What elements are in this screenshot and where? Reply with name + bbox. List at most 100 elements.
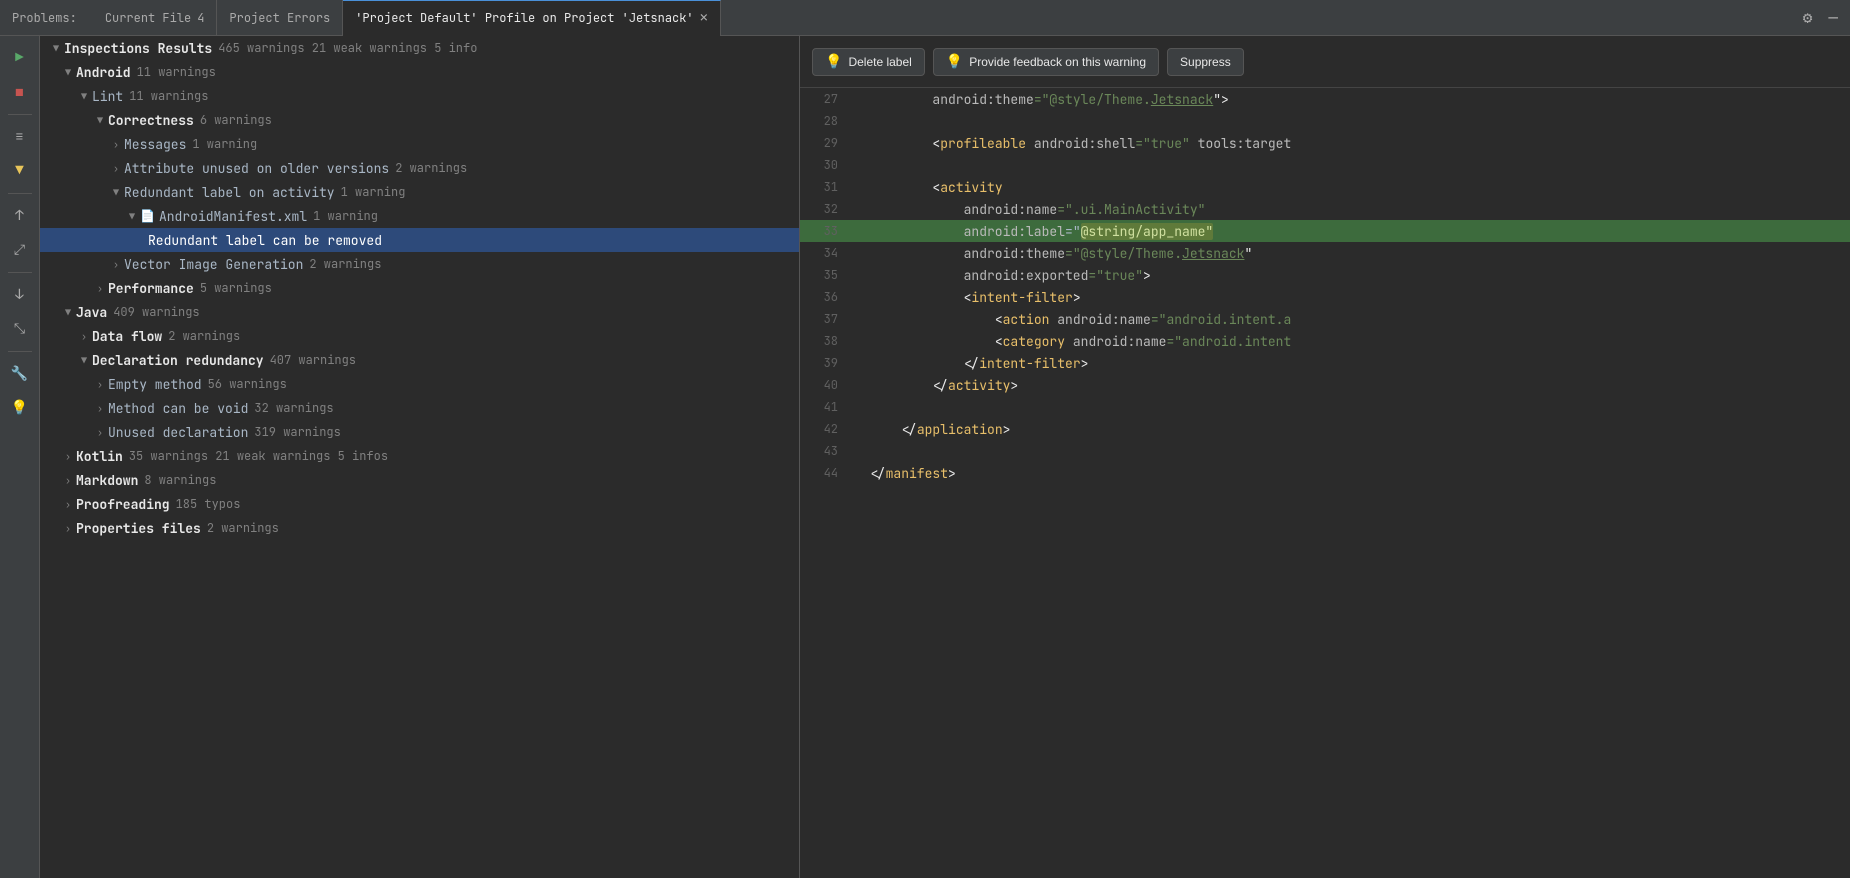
tree-item-java[interactable]: ▼ Java 409 warnings	[40, 300, 799, 324]
code-line-44: 44 </manifest>	[800, 462, 1850, 484]
vector-image-label: Vector Image Generation	[124, 256, 303, 273]
method-can-be-void-arrow[interactable]: ›	[92, 402, 108, 415]
attr-name: android:name	[964, 201, 1058, 218]
tree-item-data-flow[interactable]: › Data flow 2 warnings	[40, 324, 799, 348]
tree-item-messages[interactable]: › Messages 1 warning	[40, 132, 799, 156]
feedback-button[interactable]: 💡 Provide feedback on this warning	[933, 48, 1159, 76]
bracket: </	[964, 355, 980, 372]
tree-item-performance[interactable]: › Performance 5 warnings	[40, 276, 799, 300]
tree-item-attribute-unused[interactable]: › Attribute unused on older versions 2 w…	[40, 156, 799, 180]
markdown-label: Markdown	[76, 472, 138, 489]
vector-image-arrow[interactable]: ›	[108, 258, 124, 271]
line-content-42: </application>	[870, 421, 1850, 438]
attribute-unused-arrow[interactable]: ›	[108, 162, 124, 175]
tree-item-empty-method[interactable]: › Empty method 56 warnings	[40, 372, 799, 396]
unused-declaration-arrow[interactable]: ›	[92, 426, 108, 439]
tab-current-file[interactable]: Current File 4	[93, 0, 218, 36]
run-button[interactable]: ▶	[6, 44, 34, 72]
tree-item-kotlin[interactable]: › Kotlin 35 warnings 21 weak warnings 5 …	[40, 444, 799, 468]
data-flow-arrow[interactable]: ›	[76, 330, 92, 343]
filter-icon[interactable]: ≡	[6, 123, 34, 151]
data-flow-label: Data flow	[92, 328, 162, 345]
collapse-icon[interactable]: ↓	[6, 281, 34, 309]
lint-label: Lint	[92, 88, 123, 105]
jetsnack-link2[interactable]: Jetsnack	[1182, 245, 1244, 262]
tree-item-lint[interactable]: ▼ Lint 11 warnings	[40, 84, 799, 108]
filter-button[interactable]: ▼	[6, 157, 34, 185]
code-line-37: 37 <action android:name="android.intent.…	[800, 308, 1850, 330]
kotlin-arrow[interactable]: ›	[60, 450, 76, 463]
bulb-icon[interactable]: 💡	[6, 394, 34, 422]
line-num-35: 35	[800, 267, 850, 283]
line-content-35: android:exported="true">	[870, 267, 1850, 284]
bracket: "	[1244, 245, 1252, 262]
markdown-arrow[interactable]: ›	[60, 474, 76, 487]
line-num-37: 37	[800, 311, 850, 327]
tag: category	[1003, 333, 1065, 350]
java-count: 409 warnings	[113, 304, 199, 320]
code-view[interactable]: 27 android:theme="@style/Theme.Jetsnack"…	[800, 88, 1850, 878]
redundant-label-arrow[interactable]: ▼	[108, 186, 124, 199]
code-line-33: 33 android:label="@string/app_name"	[800, 220, 1850, 242]
code-line-41: 41	[800, 396, 1850, 418]
tree-item-vector-image[interactable]: › Vector Image Generation 2 warnings	[40, 252, 799, 276]
code-line-36: 36 <intent-filter>	[800, 286, 1850, 308]
empty-method-arrow[interactable]: ›	[92, 378, 108, 391]
sort-desc-icon[interactable]: ⤡	[6, 315, 34, 343]
code-line-27: 27 android:theme="@style/Theme.Jetsnack"…	[800, 88, 1850, 110]
tree-item-method-can-be-void[interactable]: › Method can be void 32 warnings	[40, 396, 799, 420]
android-arrow[interactable]: ▼	[60, 66, 76, 79]
declaration-redundancy-arrow[interactable]: ▼	[76, 354, 92, 367]
tab-current-file-badge: 4	[197, 10, 204, 26]
suppress-button[interactable]: Suppress	[1167, 48, 1244, 76]
settings-icon[interactable]: ⚙	[1799, 5, 1817, 30]
lint-arrow[interactable]: ▼	[76, 90, 92, 103]
line-num-43: 43	[800, 443, 850, 459]
root-arrow[interactable]: ▼	[48, 42, 64, 55]
performance-label: Performance	[108, 280, 194, 297]
tree-item-markdown[interactable]: › Markdown 8 warnings	[40, 468, 799, 492]
proofreading-arrow[interactable]: ›	[60, 498, 76, 511]
empty-method-label: Empty method	[108, 376, 202, 393]
expand-icon[interactable]: ⤢	[6, 236, 34, 264]
toolbar-separator-3	[8, 272, 32, 273]
code-line-38: 38 <category android:name="android.inten…	[800, 330, 1850, 352]
code-line-28: 28	[800, 110, 1850, 132]
delete-label-button[interactable]: 💡 Delete label	[812, 48, 925, 76]
messages-label: Messages	[124, 136, 186, 153]
line-num-44: 44	[800, 465, 850, 481]
jetsnack-link[interactable]: Jetsnack	[1151, 91, 1213, 108]
tree-item-proofreading[interactable]: › Proofreading 185 typos	[40, 492, 799, 516]
performance-arrow[interactable]: ›	[92, 282, 108, 295]
properties-files-arrow[interactable]: ›	[60, 522, 76, 535]
properties-files-label: Properties files	[76, 520, 201, 537]
tab-project-errors[interactable]: Project Errors	[217, 0, 343, 36]
attr-val: ="@style/Theme.	[1065, 245, 1182, 262]
tab-project-default[interactable]: 'Project Default' Profile on Project 'Je…	[343, 0, 721, 36]
sort-asc-icon[interactable]: ↑	[6, 202, 34, 230]
tree-item-unused-declaration[interactable]: › Unused declaration 319 warnings	[40, 420, 799, 444]
messages-arrow[interactable]: ›	[108, 138, 124, 151]
line-num-29: 29	[800, 135, 850, 151]
tree-item-redundant-label[interactable]: ▼ Redundant label on activity 1 warning	[40, 180, 799, 204]
tree-item-android[interactable]: ▼ Android 11 warnings	[40, 60, 799, 84]
bracket2: >	[1003, 421, 1011, 438]
tree-item-correctness[interactable]: ▼ Correctness 6 warnings	[40, 108, 799, 132]
tree-panel[interactable]: ▼ Inspections Results 465 warnings 21 we…	[40, 36, 800, 878]
bracket: ">	[1213, 91, 1229, 108]
minimize-icon[interactable]: —	[1824, 5, 1842, 30]
tree-root[interactable]: ▼ Inspections Results 465 warnings 21 we…	[40, 36, 799, 60]
stop-button[interactable]: ◼	[6, 78, 34, 106]
close-icon[interactable]: ✕	[700, 9, 708, 27]
androidmanifest-count: 1 warning	[313, 208, 378, 224]
left-toolbar: ▶ ◼ ≡ ▼ ↑ ⤢ ↓ ⤡ 🔧 💡	[0, 36, 40, 878]
tree-item-declaration-redundancy[interactable]: ▼ Declaration redundancy 407 warnings	[40, 348, 799, 372]
tree-item-androidmanifest[interactable]: ▼ 📄 AndroidManifest.xml 1 warning	[40, 204, 799, 228]
tag: profileable	[940, 135, 1026, 152]
tree-item-redundant-label-item[interactable]: Redundant label can be removed	[40, 228, 799, 252]
correctness-arrow[interactable]: ▼	[92, 114, 108, 127]
wrench-icon[interactable]: 🔧	[6, 360, 34, 388]
java-arrow[interactable]: ▼	[60, 306, 76, 319]
tree-item-properties-files[interactable]: › Properties files 2 warnings	[40, 516, 799, 540]
androidmanifest-arrow[interactable]: ▼	[124, 210, 140, 223]
